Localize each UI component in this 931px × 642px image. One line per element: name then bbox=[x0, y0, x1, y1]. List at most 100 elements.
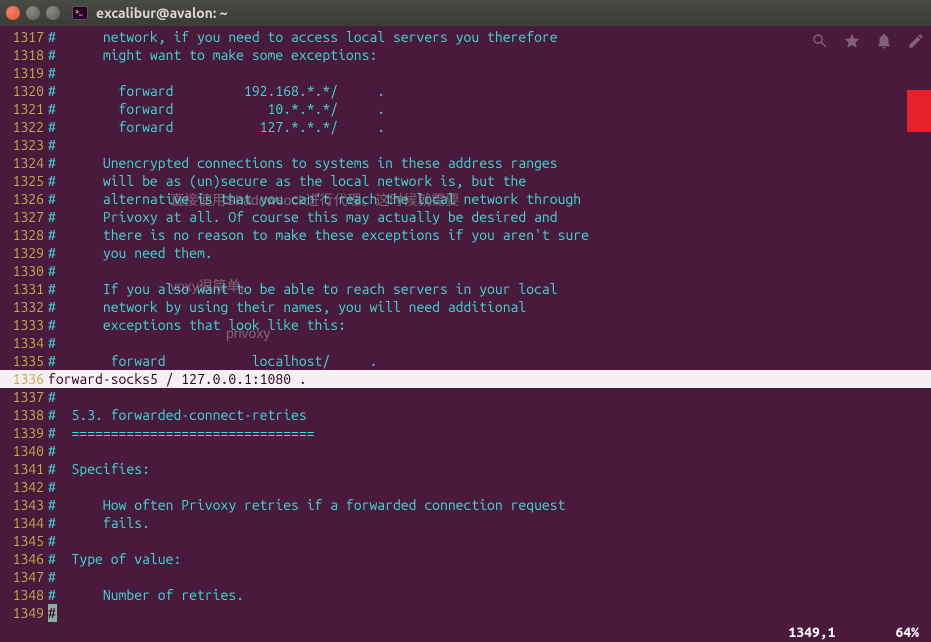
line-content: # Specifies: bbox=[46, 460, 150, 478]
line-content: # Unencrypted connections to systems in … bbox=[46, 154, 558, 172]
line-content: # bbox=[46, 388, 56, 406]
editor-line: 1332# network by using their names, you … bbox=[0, 298, 931, 316]
line-content: # alternative is that you can't reach th… bbox=[46, 190, 581, 208]
line-number: 1340 bbox=[0, 442, 46, 460]
window-titlebar: excalibur@avalon: ~ bbox=[0, 0, 931, 26]
editor-line: 1338# 5.3. forwarded-connect-retries bbox=[0, 406, 931, 424]
bell-icon[interactable] bbox=[875, 32, 893, 50]
line-content: # bbox=[46, 334, 56, 352]
line-number: 1323 bbox=[0, 136, 46, 154]
line-number: 1342 bbox=[0, 478, 46, 496]
line-content: # network by using their names, you will… bbox=[46, 298, 526, 316]
editor-line: 1344# fails. bbox=[0, 514, 931, 532]
line-content: # Number of retries. bbox=[46, 586, 244, 604]
line-number: 1331 bbox=[0, 280, 46, 298]
overlay-toolbar bbox=[811, 32, 925, 50]
editor-line: 1342# bbox=[0, 478, 931, 496]
line-number: 1327 bbox=[0, 208, 46, 226]
line-number: 1329 bbox=[0, 244, 46, 262]
line-number: 1338 bbox=[0, 406, 46, 424]
editor-line: 1328# there is no reason to make these e… bbox=[0, 226, 931, 244]
editor-line: 1343# How often Privoxy retries if a for… bbox=[0, 496, 931, 514]
line-content: # might want to make some exceptions: bbox=[46, 46, 377, 64]
edit-icon[interactable] bbox=[907, 32, 925, 50]
line-number: 1347 bbox=[0, 568, 46, 586]
line-number: 1346 bbox=[0, 550, 46, 568]
line-content: # bbox=[46, 604, 57, 622]
line-content: # there is no reason to make these excep… bbox=[46, 226, 589, 244]
editor-line: 1349# bbox=[0, 604, 931, 622]
line-content: # network, if you need to access local s… bbox=[46, 28, 558, 46]
line-content: # fails. bbox=[46, 514, 150, 532]
editor-line: 1324# Unencrypted connections to systems… bbox=[0, 154, 931, 172]
line-number: 1333 bbox=[0, 316, 46, 334]
line-content: # will be as (un)secure as the local net… bbox=[46, 172, 526, 190]
line-content: # =============================== bbox=[46, 424, 315, 442]
line-number: 1317 bbox=[0, 28, 46, 46]
editor-line: 1347# bbox=[0, 568, 931, 586]
editor-line: 1321# forward 10.*.*.*/ . bbox=[0, 100, 931, 118]
maximize-icon[interactable] bbox=[46, 6, 60, 20]
close-icon[interactable] bbox=[6, 6, 20, 20]
line-content: # bbox=[46, 262, 56, 280]
editor-line: 1335# forward localhost/ . bbox=[0, 352, 931, 370]
editor-line: 1327# Privoxy at all. Of course this may… bbox=[0, 208, 931, 226]
line-content: # forward localhost/ . bbox=[46, 352, 377, 370]
line-number: 1343 bbox=[0, 496, 46, 514]
line-number: 1325 bbox=[0, 172, 46, 190]
line-number: 1321 bbox=[0, 100, 46, 118]
editor-line: 1337# bbox=[0, 388, 931, 406]
editor-line: 1319# bbox=[0, 64, 931, 82]
line-content: # Privoxy at all. Of course this may act… bbox=[46, 208, 558, 226]
star-icon[interactable] bbox=[843, 32, 861, 50]
line-number: 1349 bbox=[0, 604, 46, 622]
line-number: 1337 bbox=[0, 388, 46, 406]
editor-line: 1348# Number of retries. bbox=[0, 586, 931, 604]
editor-line: 1345# bbox=[0, 532, 931, 550]
editor-line: 1320# forward 192.168.*.*/ . bbox=[0, 82, 931, 100]
line-number: 1322 bbox=[0, 118, 46, 136]
line-number: 1341 bbox=[0, 460, 46, 478]
line-number: 1332 bbox=[0, 298, 46, 316]
line-content: # bbox=[46, 64, 56, 82]
editor-line: 1330# bbox=[0, 262, 931, 280]
terminal-editor[interactable]: 1317# network, if you need to access loc… bbox=[0, 26, 931, 622]
line-content: # bbox=[46, 442, 56, 460]
search-icon[interactable] bbox=[811, 32, 829, 50]
line-content: # forward 127.*.*.*/ . bbox=[46, 118, 385, 136]
line-number: 1319 bbox=[0, 64, 46, 82]
editor-line: 1333# exceptions that look like this: bbox=[0, 316, 931, 334]
line-number: 1334 bbox=[0, 334, 46, 352]
editor-line: 1341# Specifies: bbox=[0, 460, 931, 478]
scroll-percent: 64% bbox=[895, 624, 919, 640]
window-controls bbox=[6, 6, 60, 20]
line-content: # exceptions that look like this: bbox=[46, 316, 346, 334]
line-number: 1324 bbox=[0, 154, 46, 172]
line-number: 1330 bbox=[0, 262, 46, 280]
window-title: excalibur@avalon: ~ bbox=[96, 5, 228, 21]
cursor: # bbox=[48, 604, 57, 622]
editor-line: 1334# bbox=[0, 334, 931, 352]
cursor-position: 1349,1 bbox=[788, 624, 835, 640]
editor-line: 1346# Type of value: bbox=[0, 550, 931, 568]
editor-line: 1339# =============================== bbox=[0, 424, 931, 442]
line-number: 1320 bbox=[0, 82, 46, 100]
editor-line: 1323# bbox=[0, 136, 931, 154]
line-number: 1345 bbox=[0, 532, 46, 550]
line-number: 1348 bbox=[0, 586, 46, 604]
editor-line: 1325# will be as (un)secure as the local… bbox=[0, 172, 931, 190]
line-number: 1344 bbox=[0, 514, 46, 532]
line-content: # How often Privoxy retries if a forward… bbox=[46, 496, 565, 514]
line-content: # bbox=[46, 568, 56, 586]
line-content: # you need them. bbox=[46, 244, 213, 262]
terminal-icon bbox=[72, 6, 88, 20]
minimize-icon[interactable] bbox=[26, 6, 40, 20]
line-content: # 5.3. forwarded-connect-retries bbox=[46, 406, 307, 424]
line-content: # forward 10.*.*.*/ . bbox=[46, 100, 385, 118]
line-content: # bbox=[46, 136, 56, 154]
editor-line: 1326# alternative is that you can't reac… bbox=[0, 190, 931, 208]
editor-line: 1317# network, if you need to access loc… bbox=[0, 28, 931, 46]
line-number: 1326 bbox=[0, 190, 46, 208]
line-content: # bbox=[46, 532, 56, 550]
editor-line: 1340# bbox=[0, 442, 931, 460]
